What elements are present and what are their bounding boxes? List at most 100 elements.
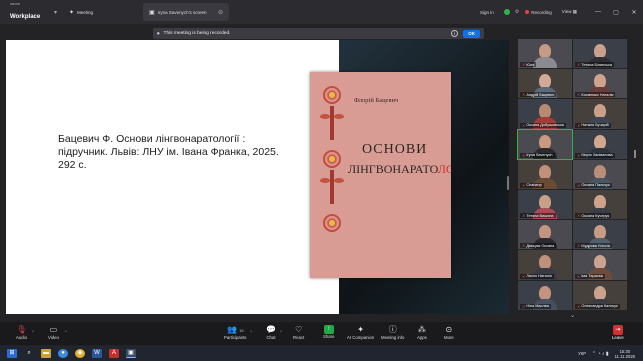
security-shield-icon[interactable]: [503, 9, 510, 15]
ai-companion-button[interactable]: ✦ AI Companion: [347, 325, 374, 340]
panel-resize-handle[interactable]: [507, 176, 509, 190]
participant-tile[interactable]: ✕ Мирія Заліванова: [573, 129, 627, 159]
participant-name-tag: ✕ Наталя Бучарій: [575, 122, 611, 128]
participant-name-tag: ✕ Оксана Добушовська: [520, 122, 566, 128]
participant-tile[interactable]: ✕ Тетяна Білинська: [573, 39, 627, 69]
shared-screen-area[interactable]: Бацевич Ф. Основи лінгвонаратології : пі…: [6, 40, 509, 314]
participant-name-tag: ✕ Дмицюк Оксана: [520, 243, 557, 249]
title-bar: zoom Workplace ▾ ✦ Meeting ▣ Iryna Saven…: [0, 0, 643, 24]
chat-options-caret[interactable]: ^: [280, 329, 282, 334]
leave-door-icon: ⇥: [612, 325, 623, 335]
meeting-toolbar: 🎙 Audio ^ ▭ Video ^ 👥 19 Participants ^ …: [0, 322, 643, 345]
system-tray: УКР ⌃ ◔ ♪ ▮ 15:30 11.11.2025: [578, 346, 635, 361]
video-button[interactable]: ▭ Video: [48, 325, 59, 340]
video-options-caret[interactable]: ^: [65, 329, 67, 334]
input-language[interactable]: УКР: [578, 351, 586, 356]
word-icon[interactable]: W: [92, 349, 102, 358]
gallery-scrollbar[interactable]: [634, 150, 636, 158]
chevron-down-icon[interactable]: ⌄: [570, 312, 575, 319]
muted-mic-icon: ✕: [522, 213, 526, 219]
close-window-icon[interactable]: ✕: [625, 9, 643, 16]
view-menu[interactable]: View ▦: [562, 9, 577, 15]
participant-name: Наталя Бучарій: [581, 123, 609, 128]
leave-button[interactable]: ⇥ Leave: [612, 325, 624, 340]
acrobat-icon[interactable]: A: [109, 349, 119, 358]
screen-share-icon: ▣: [149, 9, 155, 16]
participant-tile[interactable]: ✕ Оксана Пальчук: [573, 159, 627, 189]
participant-tile[interactable]: ✕ Лахно Наталія: [518, 250, 572, 280]
muted-mic-icon: ✕: [577, 213, 581, 219]
taskbar-clock[interactable]: 15:30 11.11.2025: [615, 349, 635, 359]
muted-mic-icon: ✕: [522, 62, 526, 68]
chevron-down-icon[interactable]: ▾: [54, 9, 57, 16]
participant-tile[interactable]: ✕ Андрій Бацевич: [518, 69, 572, 99]
minimize-icon[interactable]: —: [589, 9, 607, 16]
meeting-info-button[interactable]: ⓘ Meeting info: [381, 325, 404, 340]
info-icon[interactable]: i: [451, 30, 459, 37]
more-button[interactable]: ⊙ More: [444, 325, 454, 340]
participant-tile[interactable]: ✕ Іма Тарасюк: [573, 250, 627, 280]
participant-tile[interactable]: ✕ Ніна Маслюк: [518, 280, 572, 310]
leaf-ornament: [320, 106, 344, 140]
muted-mic-icon: ✕: [522, 122, 526, 128]
audio-button[interactable]: 🎙 Audio: [16, 325, 27, 340]
participant-video: [594, 255, 606, 270]
participant-name-tag: ✕ Chabanp: [520, 182, 544, 188]
react-label: React: [293, 335, 305, 340]
muted-mic-icon: ✕: [577, 182, 581, 188]
muted-mic-icon: ✕: [522, 303, 526, 309]
chat-button[interactable]: 💬 Chat: [266, 325, 276, 340]
participant-name-tag: ✕ Космемко Наталія: [575, 92, 616, 98]
recording-status[interactable]: Recording: [531, 10, 552, 15]
participant-tile[interactable]: ✕ Олександра Кальчук: [573, 280, 627, 310]
sign-in-link[interactable]: Sign in: [480, 10, 494, 15]
browser-icon[interactable]: ●: [58, 349, 68, 358]
ai-companion-label: AI Companion: [347, 335, 375, 340]
audio-label: Audio: [16, 335, 27, 340]
windows-start-icon[interactable]: ⊞: [7, 349, 17, 358]
participant-tile[interactable]: ✕ Тетяна Вишина: [518, 189, 572, 220]
maximize-icon[interactable]: ▢: [607, 9, 625, 16]
participant-tile[interactable]: ✕ Космемко Наталія: [573, 69, 627, 99]
apps-button[interactable]: ⁂ Apps: [417, 325, 427, 340]
encryption-icon[interactable]: ⚙: [515, 9, 519, 15]
book-title-line2: ЛІНГВОНАРАТОЛОГІЇ: [348, 162, 451, 177]
participant-tile[interactable]: ✕ Мудрова Уліссія: [573, 220, 627, 250]
share-button[interactable]: ↑ Share: [323, 325, 334, 339]
participant-count: 19: [239, 329, 244, 333]
zoom-workplace-logo[interactable]: zoom Workplace: [0, 2, 52, 22]
ok-button[interactable]: OK: [463, 29, 480, 38]
search-icon[interactable]: ⌕: [24, 349, 34, 358]
participant-tile[interactable]: ✕ Юля: [518, 39, 572, 69]
zoom-window: zoom Workplace ▾ ✦ Meeting ▣ Iryna Saven…: [0, 0, 643, 361]
heart-icon: ♡: [295, 325, 303, 334]
participants-button[interactable]: 👥 19 Participants: [224, 325, 246, 340]
participant-name-tag: ✕ Лахно Наталія: [520, 273, 554, 279]
audio-options-caret[interactable]: ^: [32, 329, 34, 334]
close-icon[interactable]: ⊖: [218, 9, 223, 16]
participant-tile[interactable]: ✕ Дмицюк Оксана: [518, 220, 572, 250]
participant-tile[interactable]: ✕ Оксана Добушовська: [518, 99, 572, 129]
file-explorer-icon[interactable]: ▬: [41, 349, 51, 358]
participant-tile[interactable]: ✕ Chabanp: [518, 159, 572, 189]
zoom-taskbar-icon[interactable]: ▣: [126, 349, 136, 358]
participant-name-tag: ✕ Тетяна Білинська: [575, 62, 615, 68]
react-button[interactable]: ♡ React: [293, 325, 304, 340]
tab-shared-screen[interactable]: ▣ Iryna Savenych's screen ⊖: [143, 3, 229, 21]
participant-tile[interactable]: ✕ Оксана Кучерук: [573, 189, 627, 220]
muted-mic-icon: ✕: [577, 92, 581, 98]
participant-video: [594, 44, 606, 58]
tab-meeting[interactable]: ✦ Meeting: [63, 3, 99, 21]
chrome-icon[interactable]: ◉: [75, 349, 85, 358]
participant-tile[interactable]: ✕ Iryna Savenych: [517, 128, 573, 160]
meeting-icon: ✦: [69, 9, 75, 16]
participants-options-caret[interactable]: ^: [250, 329, 252, 334]
participant-tile[interactable]: ✕ Наталя Бучарій: [573, 99, 627, 129]
system-icons[interactable]: ⌃ ◔ ♪ ▮: [592, 351, 609, 357]
participant-name: Тетяна Вишина: [526, 213, 554, 218]
participants-icon: 👥 19: [227, 325, 244, 334]
share-label: Share: [323, 334, 335, 339]
brand-small-label: zoom: [10, 1, 20, 6]
participant-video: [539, 225, 551, 240]
participant-name: Олександра Кальчук: [581, 304, 618, 309]
